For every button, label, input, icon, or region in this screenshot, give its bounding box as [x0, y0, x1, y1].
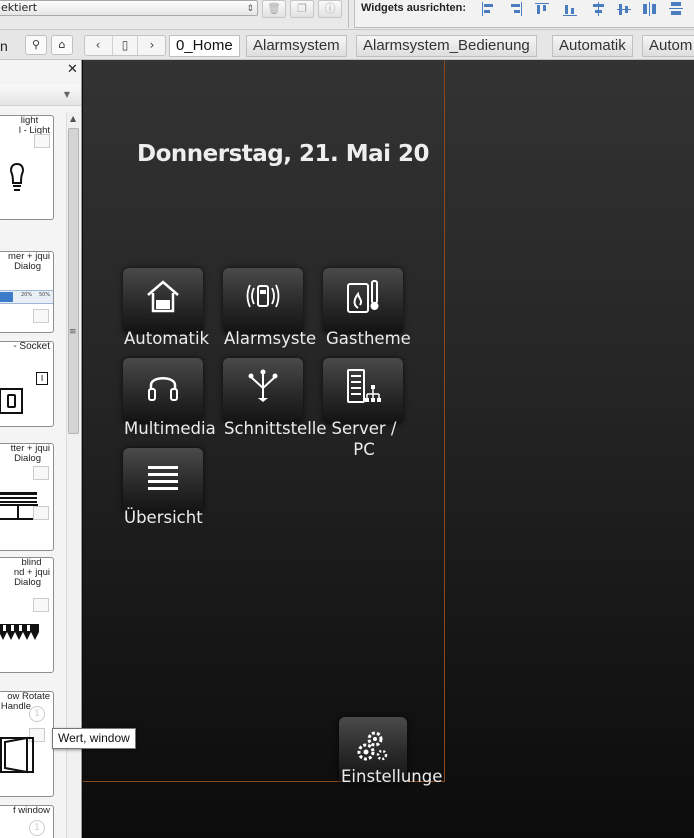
tile-server-pc[interactable] — [323, 358, 403, 424]
align-top-icon[interactable] — [535, 2, 551, 16]
toolbar-divider — [348, 0, 349, 28]
view-navigation: ‹ ▯ › — [84, 35, 166, 56]
widget-subtitle: Dialog — [14, 453, 41, 464]
tile-label-alarmsystem: Alarmsyste — [224, 329, 317, 348]
ghost-icon — [34, 134, 50, 148]
dimmer-preview-bar: 20% 50% — [0, 290, 53, 304]
align-left-icon[interactable] — [481, 2, 497, 16]
ghost-icon — [33, 506, 49, 520]
close-icon[interactable]: ✕ — [67, 62, 78, 77]
tab-automatik[interactable]: Automatik — [552, 35, 633, 57]
palette-widget-dimmer[interactable]: mer + jqui Dialog 20% 50% — [0, 251, 54, 333]
tab-0-home[interactable]: 0_Home — [169, 35, 240, 57]
widget-subtitle: Dialog — [14, 261, 41, 272]
tile-multimedia[interactable] — [123, 358, 203, 424]
dropdown-arrow-icon: ⇕ — [246, 4, 254, 14]
scroll-up-icon: ▲ — [70, 114, 77, 123]
palette-widget-blind[interactable]: blind nd + jqui Dialog — [0, 557, 54, 673]
align-bottom-icon[interactable] — [563, 2, 579, 16]
server-icon — [347, 369, 381, 403]
tile-label-schnittstellen: Schnittstelle — [224, 419, 327, 438]
ghost-icon: 1 — [29, 706, 45, 722]
awning-icon — [0, 624, 39, 640]
chevron-right-icon: › — [149, 38, 155, 52]
tile-gastherme[interactable] — [323, 268, 403, 334]
trash-icon: 🗑 — [267, 2, 281, 15]
prev-view-button[interactable]: ‹ — [85, 36, 111, 55]
widget-title: - Socket — [13, 341, 50, 352]
palette-widget-window-rotate[interactable]: ow Rotate Handle 1 — [0, 691, 54, 797]
view-tabs-bar: n ⚲ ⌂ ‹ ▯ › 0_Home Alarmsystem Alarmsyst… — [0, 30, 694, 60]
editor-root: ektiert ⇕ 🗑 ❐ ⓘ Widgets ausrichten: n ⚲ … — [0, 0, 694, 838]
socket-icon — [0, 388, 23, 414]
chevron-down-icon: ▼ — [63, 90, 70, 99]
tab-autom[interactable]: Autom — [642, 35, 694, 57]
widget-tooltip: Wert, window — [52, 728, 136, 749]
ghost-icon — [33, 309, 49, 323]
headphones-icon — [148, 377, 178, 401]
tile-label-automatik: Automatik — [124, 329, 210, 348]
ghost-icon — [33, 598, 49, 612]
tab-alarmsystem[interactable]: Alarmsystem — [246, 35, 347, 57]
gas-heater-icon — [347, 280, 379, 313]
widget-palette: ✕ ▼ light l - Light mer + jqui Dialog 20… — [0, 60, 82, 838]
widget-select-value: ektiert — [1, 1, 38, 14]
widget-title: f window — [13, 805, 50, 816]
light-bulb-icon — [10, 162, 24, 191]
tile-label-multimedia: Multimedia — [124, 419, 216, 438]
truncated-label: n — [0, 38, 8, 54]
tab-alarmsystem-bedienung[interactable]: Alarmsystem_Bedienung — [356, 35, 537, 57]
clipboard-icon: ▯ — [121, 38, 129, 52]
ghost-icon: 1 — [29, 820, 45, 836]
chevron-left-icon: ‹ — [95, 38, 101, 52]
align-widgets-panel: Widgets ausrichten: — [354, 0, 694, 28]
palette-widget-light[interactable]: light l - Light — [0, 115, 54, 220]
distribute-horizontal-icon[interactable] — [643, 2, 659, 16]
network-interface-icon — [248, 369, 278, 402]
align-widgets-label: Widgets ausrichten: — [361, 2, 467, 14]
widget-subtitle: Handle — [0, 701, 31, 712]
tile-label-einstellungen: Einstellunge — [341, 767, 443, 786]
palette-widget-shutter[interactable]: tter + jqui Dialog — [0, 443, 54, 551]
widget-subtitle-2: Dialog — [14, 577, 41, 588]
view-canvas: Donnerstag, 21. Mai 20 Automatik Alarmsy… — [83, 60, 694, 838]
power-state-icon: I — [36, 372, 48, 385]
date-display: Donnerstag, 21. Mai 20 — [137, 141, 430, 167]
tag-button[interactable]: ⌂ — [51, 35, 73, 55]
next-view-button[interactable]: › — [139, 36, 165, 55]
ghost-icon — [33, 466, 49, 480]
info-button[interactable]: ⓘ — [318, 0, 342, 18]
tile-label-server-pc: Server / PC — [331, 419, 397, 459]
widget-select-dropdown[interactable]: ektiert ⇕ — [0, 0, 258, 16]
align-center-horizontal-icon[interactable] — [617, 2, 633, 16]
align-center-vertical-icon[interactable] — [591, 2, 607, 16]
gears-icon — [357, 731, 388, 761]
copy-icon: ❐ — [297, 2, 307, 15]
alarm-sensor-icon — [246, 284, 280, 308]
align-right-icon[interactable] — [507, 2, 523, 16]
tile-label-gastherme: Gastheme — [326, 329, 411, 348]
list-icon — [148, 466, 178, 490]
tag-icon: ⌂ — [58, 38, 66, 51]
search-icon: ⚲ — [31, 38, 41, 51]
scrollbar-thumb[interactable] — [68, 128, 79, 434]
widget-set-dropdown[interactable]: ▼ — [0, 84, 81, 106]
tile-uebersicht[interactable] — [123, 448, 203, 514]
house-auto-icon — [147, 280, 179, 313]
info-icon: ⓘ — [324, 2, 336, 15]
palette-widget-window[interactable]: f window 1 — [0, 805, 54, 838]
copy-widget-button[interactable]: ❐ — [290, 0, 314, 18]
top-toolbar: ektiert ⇕ 🗑 ❐ ⓘ Widgets ausrichten: — [0, 0, 694, 30]
scroll-grip-icon: ≡ — [69, 327, 77, 337]
tile-schnittstellen[interactable] — [223, 358, 303, 424]
palette-widget-socket[interactable]: - Socket I — [0, 341, 54, 427]
delete-widget-button[interactable]: 🗑 — [262, 0, 286, 18]
view-menu-button[interactable]: ▯ — [112, 36, 138, 55]
tile-alarmsystem[interactable] — [223, 268, 303, 334]
window-door-icon — [0, 736, 34, 774]
search-button[interactable]: ⚲ — [25, 35, 47, 55]
tile-label-uebersicht: Übersicht — [124, 508, 203, 527]
tile-automatik[interactable] — [123, 268, 203, 334]
distribute-vertical-icon[interactable] — [669, 2, 685, 16]
